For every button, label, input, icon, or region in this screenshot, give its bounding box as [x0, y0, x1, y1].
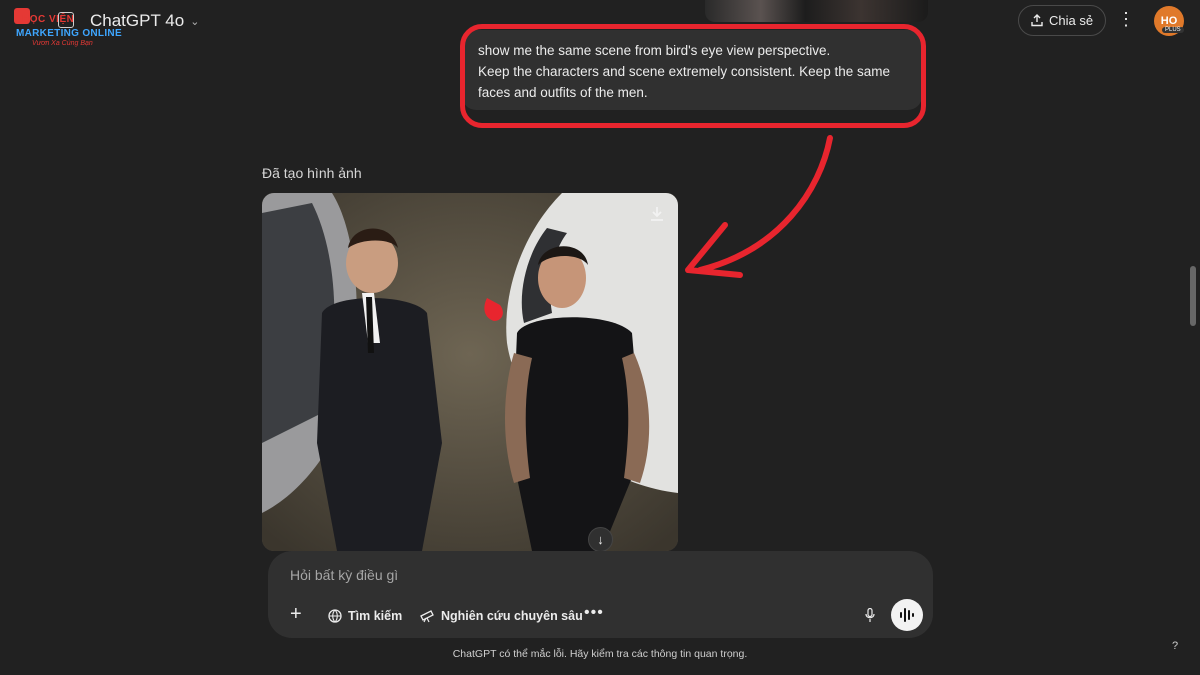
voice-waveform-icon — [900, 608, 914, 622]
prompt-input[interactable] — [290, 564, 890, 586]
download-icon[interactable] — [648, 205, 666, 223]
model-selector[interactable]: ChatGPT 4o ⌄ — [90, 10, 199, 32]
new-chat-icon[interactable] — [58, 12, 74, 28]
scroll-down-button[interactable]: ↓ — [588, 527, 613, 552]
scrollbar[interactable] — [1190, 266, 1196, 326]
plus-icon[interactable]: + — [290, 603, 302, 626]
share-button[interactable]: Chia sẻ — [1018, 5, 1107, 36]
search-tool-button[interactable]: Tìm kiếm — [328, 607, 402, 625]
more-options-icon[interactable]: ⋮ — [1116, 8, 1136, 32]
share-icon — [1031, 14, 1043, 27]
disclaimer-text: ChatGPT có thể mắc lỗi. Hãy kiểm tra các… — [452, 648, 748, 660]
message-composer: + Tìm kiếm Nghiên cứu chuyên sâu ••• — [268, 551, 933, 638]
previous-generated-image[interactable] — [705, 0, 928, 22]
plan-badge: PLUS — [1162, 27, 1184, 33]
chevron-down-icon: ⌄ — [190, 15, 200, 28]
microphone-icon[interactable] — [865, 608, 875, 622]
voice-mode-button[interactable] — [891, 599, 923, 631]
globe-icon — [328, 609, 342, 623]
generated-image[interactable] — [262, 193, 678, 551]
logo-slogan: Vươn Xa Cùng Bạn — [32, 40, 93, 47]
telescope-icon — [420, 610, 434, 623]
highlight-annotation — [460, 24, 926, 128]
help-button[interactable]: ? — [1172, 640, 1178, 652]
share-label: Chia sẻ — [1049, 13, 1094, 28]
model-name: ChatGPT 4o — [90, 11, 185, 30]
search-tool-label: Tìm kiếm — [348, 609, 403, 623]
annotation-arrow — [685, 135, 833, 278]
deep-research-button[interactable]: Nghiên cứu chuyên sâu — [420, 607, 583, 625]
more-tools-icon[interactable]: ••• — [584, 604, 604, 622]
generated-image-illustration — [262, 193, 678, 551]
generated-image-label: Đã tạo hình ảnh — [262, 165, 362, 181]
deep-research-label: Nghiên cứu chuyên sâu — [441, 609, 583, 623]
